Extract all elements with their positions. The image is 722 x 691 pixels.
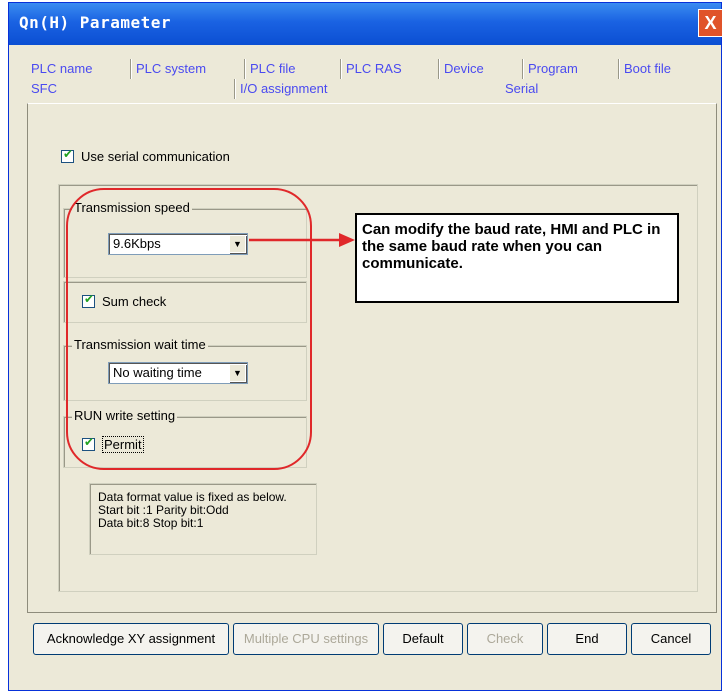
tab-boot-file[interactable]: Boot file [619, 59, 671, 79]
parameter-window: Qn(H) Parameter X PLC name PLC system PL… [8, 2, 722, 691]
tab-device[interactable]: Device [439, 59, 484, 79]
cancel-button[interactable]: Cancel [631, 623, 711, 655]
multiple-cpu-button[interactable]: Multiple CPU settings [233, 623, 379, 655]
tab-row-1: PLC name PLC system PLC file PLC RAS Dev… [27, 59, 717, 79]
tab-plc-file[interactable]: PLC file [245, 59, 296, 79]
title-bar[interactable]: Qn(H) Parameter X [9, 3, 722, 45]
use-serial-label: Use serial communication [81, 149, 230, 164]
tab-sfc[interactable]: SFC [27, 79, 57, 99]
checkbox-checked-icon[interactable] [61, 147, 74, 163]
tab-io-assignment[interactable]: I/O assignment [235, 79, 327, 99]
arrow-right-icon [249, 233, 355, 247]
data-format-info: Data format value is fixed as below. Sta… [89, 483, 317, 555]
annotation-callout: Can modify the baud rate, HMI and PLC in… [355, 213, 679, 303]
close-button[interactable]: X [698, 9, 722, 37]
end-button[interactable]: End [547, 623, 627, 655]
check-button[interactable]: Check [467, 623, 543, 655]
tab-plc-ras[interactable]: PLC RAS [341, 59, 402, 79]
use-serial-checkbox[interactable]: Use serial communication [61, 147, 230, 164]
default-button[interactable]: Default [383, 623, 463, 655]
data-format-line: Data bit:8 Stop bit:1 [98, 516, 204, 530]
acknowledge-xy-button[interactable]: Acknowledge XY assignment [33, 623, 229, 655]
tab-plc-name[interactable]: PLC name [27, 59, 92, 79]
button-bar: Acknowledge XY assignment Multiple CPU s… [33, 623, 722, 659]
tab-serial[interactable]: Serial [501, 79, 538, 99]
tab-row-2: SFC I/O assignment Serial [27, 79, 717, 99]
tab-program[interactable]: Program [523, 59, 578, 79]
tab-plc-system[interactable]: PLC system [131, 59, 206, 79]
window-title: Qn(H) Parameter [19, 13, 171, 32]
